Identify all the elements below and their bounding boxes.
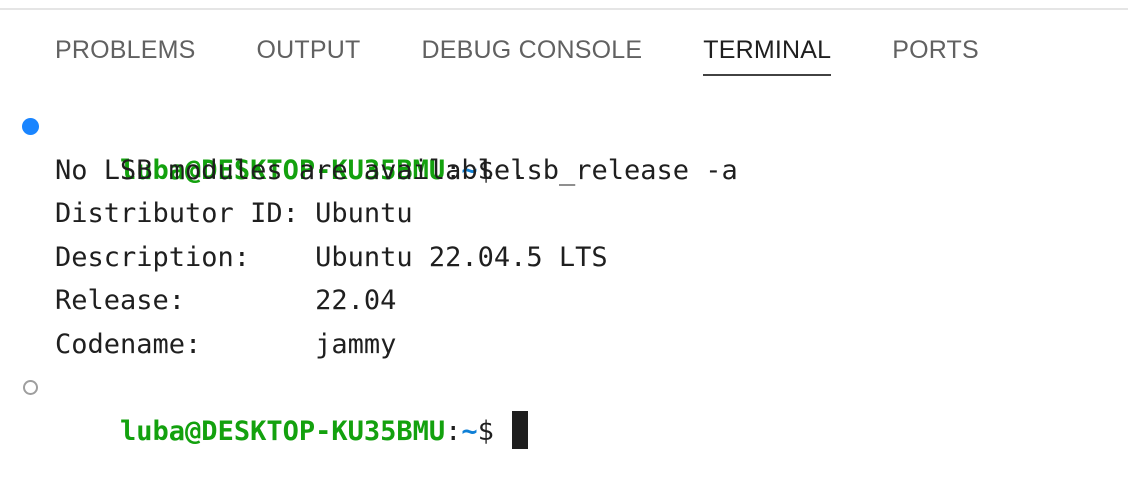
tab-debug-console[interactable]: DEBUG CONSOLE — [422, 30, 643, 76]
prompt-dollar: $ — [477, 415, 511, 447]
command-pending-icon[interactable] — [23, 379, 38, 395]
terminal-prompt-line: luba@DESKTOP-KU35BMU:~$ — [0, 366, 1128, 449]
tab-terminal[interactable]: TERMINAL — [703, 30, 832, 76]
terminal-output-line: Description: Ubuntu 22.04.5 LTS — [55, 241, 608, 273]
terminal-output-line: Distributor ID: Ubuntu — [55, 198, 413, 229]
prompt-user-host: luba@DESKTOP-KU35BMU — [120, 415, 446, 447]
tab-ports[interactable]: PORTS — [892, 30, 979, 76]
terminal-output-line: Codename: jammy — [55, 328, 397, 360]
terminal-view[interactable]: luba@DESKTOP-KU35BMU:~$ lsb_release -a N… — [0, 105, 1128, 449]
panel-top-border — [0, 8, 1128, 10]
tab-problems[interactable]: PROBLEMS — [55, 30, 196, 76]
prompt-path: ~ — [461, 415, 478, 447]
prompt-colon: : — [445, 415, 462, 447]
command-success-icon[interactable] — [22, 117, 39, 135]
terminal-output-line: Release: 22.04 — [55, 285, 397, 316]
tab-output[interactable]: OUTPUT — [257, 30, 361, 76]
terminal-cursor — [512, 411, 529, 449]
terminal-command-line: luba@DESKTOP-KU35BMU:~$ lsb_release -a — [0, 105, 1128, 186]
panel-tab-bar: PROBLEMS OUTPUT DEBUG CONSOLE TERMINAL P… — [55, 30, 1040, 82]
terminal-output-line: No LSB modules are available. — [55, 154, 527, 186]
